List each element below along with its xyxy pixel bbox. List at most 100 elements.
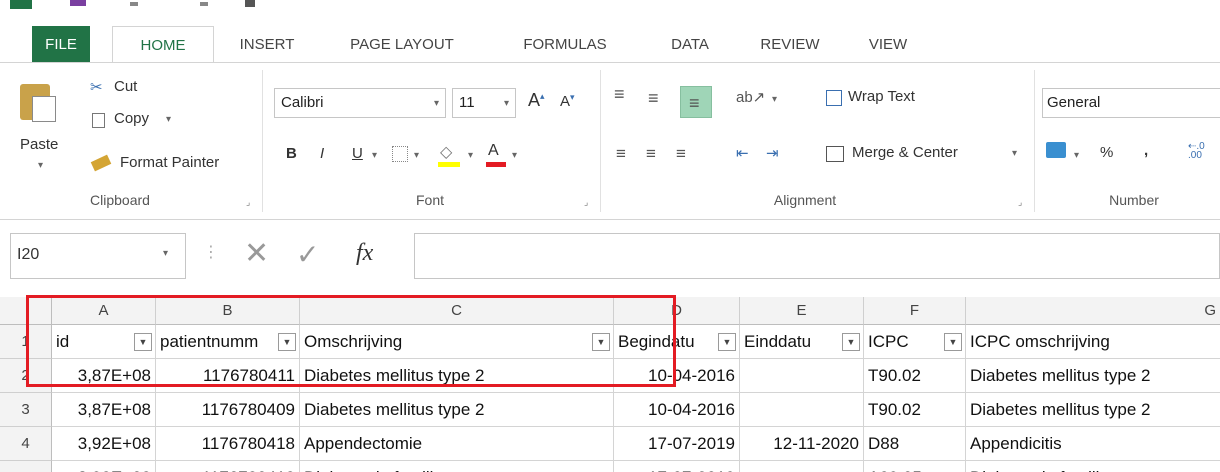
cell-id[interactable]: 3,92E+08 — [52, 461, 156, 472]
tab-data[interactable]: DATA — [650, 26, 730, 63]
cell-patientnummer[interactable]: 1176780409 — [156, 393, 300, 427]
cell-einddatum[interactable] — [740, 359, 864, 393]
align-middle-icon[interactable]: ≡ — [648, 88, 659, 109]
redo-icon[interactable] — [200, 2, 208, 6]
row-header[interactable]: 5 — [0, 461, 52, 472]
tab-formulas[interactable]: FORMULAS — [500, 26, 630, 63]
orientation-icon[interactable]: ab↗ — [736, 88, 765, 106]
customize-qat-icon[interactable] — [245, 0, 255, 7]
cell-omschrijving[interactable]: Diabetes mellitus type 2 — [300, 393, 614, 427]
cell-icpc[interactable]: T90.02 — [864, 359, 966, 393]
paste-button[interactable] — [18, 78, 66, 134]
cell-einddatum[interactable]: 12-11-2020 — [740, 427, 864, 461]
merge-dropdown-icon[interactable]: ▾ — [1012, 148, 1017, 159]
copy-label: Copy — [114, 110, 150, 127]
cell-begindatum[interactable]: 17-07-2019 — [614, 461, 740, 472]
column-header-g[interactable]: G — [966, 297, 1220, 325]
underline-button[interactable]: U — [352, 145, 363, 162]
name-box-dropdown-icon[interactable]: ▾ — [163, 248, 168, 259]
column-header-e[interactable]: E — [740, 297, 864, 325]
align-left-icon[interactable]: ≡ — [616, 144, 626, 164]
increase-indent-icon[interactable]: ⇥ — [766, 144, 779, 162]
align-right-icon[interactable]: ≡ — [676, 144, 686, 164]
cell-patientnummer[interactable]: 1176780418 — [156, 461, 300, 472]
font-size-value: 11 — [459, 94, 475, 111]
accounting-dropdown-icon[interactable]: ▾ — [1074, 150, 1079, 161]
merge-center-label: Merge & Center — [852, 144, 958, 161]
filter-dropdown-icon[interactable]: ▼ — [842, 333, 860, 351]
cell-einddatum[interactable] — [740, 461, 864, 472]
align-top-icon[interactable]: ≡ — [614, 84, 625, 105]
font-group-label: Font — [415, 192, 444, 208]
font-name-dropdown-icon[interactable]: ▾ — [434, 90, 439, 118]
cell-id[interactable]: 3,92E+08 — [52, 427, 156, 461]
shrink-font-icon[interactable]: A▾ — [560, 92, 575, 110]
decrease-indent-icon[interactable]: ⇤ — [736, 144, 749, 162]
tab-review[interactable]: REVIEW — [744, 26, 836, 63]
row-header[interactable]: 4 — [0, 427, 52, 461]
number-format-box[interactable]: General — [1042, 88, 1220, 118]
fill-color-dropdown-icon[interactable]: ▾ — [468, 150, 473, 161]
wrap-text-icon — [826, 90, 842, 106]
cell-patientnummer[interactable]: 1176780418 — [156, 427, 300, 461]
cell-begindatum[interactable]: 10-04-2016 — [614, 393, 740, 427]
comma-button[interactable]: , — [1144, 142, 1148, 159]
cell-omschrijving[interactable]: Appendectomie — [300, 427, 614, 461]
bold-button[interactable]: B — [286, 145, 297, 162]
filter-dropdown-icon[interactable]: ▼ — [718, 333, 736, 351]
alignment-launcher-icon[interactable]: ⌟ — [1018, 197, 1022, 208]
tab-page-layout[interactable]: PAGE LAYOUT — [322, 26, 482, 63]
enter-icon[interactable]: ✓ — [296, 238, 319, 271]
font-color-dropdown-icon[interactable]: ▾ — [512, 150, 517, 161]
filter-dropdown-icon[interactable]: ▼ — [944, 333, 962, 351]
name-box[interactable]: I20 ▾ — [10, 233, 186, 279]
tab-insert[interactable]: INSERT — [222, 26, 312, 63]
header-cell-icpc-omschrijving[interactable]: ICPC omschrijving — [966, 325, 1220, 359]
insert-function-icon[interactable]: fx — [356, 240, 373, 267]
cell-icpc-omschrijving[interactable]: Diabetes mellitus type 2 — [966, 393, 1220, 427]
cell-icpc[interactable]: T90.02 — [864, 393, 966, 427]
paste-page-icon — [32, 96, 56, 122]
formula-bar-grip: ⋮ — [203, 244, 219, 261]
borders-dropdown-icon[interactable]: ▾ — [414, 150, 419, 161]
tab-home[interactable]: HOME — [112, 26, 214, 64]
cell-omschrijving[interactable]: Diabetes in familie-anamnese — [300, 461, 614, 472]
undo-icon[interactable] — [130, 2, 138, 6]
accounting-format-icon[interactable] — [1046, 142, 1066, 158]
borders-icon[interactable] — [392, 146, 408, 162]
save-icon[interactable] — [70, 0, 86, 6]
cell-id[interactable]: 3,87E+08 — [52, 393, 156, 427]
percent-button[interactable]: % — [1100, 144, 1113, 161]
column-header-f[interactable]: F — [864, 297, 966, 325]
font-size-box[interactable]: 11 ▾ — [452, 88, 516, 118]
font-size-dropdown-icon[interactable]: ▾ — [504, 90, 509, 118]
clipboard-launcher-icon[interactable]: ⌟ — [246, 197, 250, 208]
align-bottom-button[interactable]: ≡ — [680, 86, 712, 118]
align-center-icon[interactable]: ≡ — [646, 144, 656, 164]
underline-dropdown-icon[interactable]: ▾ — [372, 150, 377, 161]
group-divider — [262, 70, 263, 212]
number-group-label: Number — [1109, 192, 1159, 208]
cell-begindatum[interactable]: 17-07-2019 — [614, 427, 740, 461]
font-name-box[interactable]: Calibri ▾ — [274, 88, 446, 118]
formula-input[interactable] — [414, 233, 1220, 279]
italic-button[interactable]: I — [320, 145, 324, 162]
tab-view[interactable]: VIEW — [850, 26, 926, 63]
tab-file[interactable]: FILE — [32, 26, 90, 63]
cell-einddatum[interactable] — [740, 393, 864, 427]
font-launcher-icon[interactable]: ⌟ — [584, 197, 588, 208]
grow-font-icon[interactable]: A▴ — [528, 90, 545, 111]
copy-dropdown-icon[interactable]: ▾ — [166, 114, 171, 125]
cell-icpc-omschrijving[interactable]: Diabetes mellitus type 2 — [966, 359, 1220, 393]
orientation-dropdown-icon[interactable]: ▾ — [772, 94, 777, 105]
cell-icpc[interactable]: A29.05 — [864, 461, 966, 472]
cell-icpc-omschrijving[interactable]: Appendicitis — [966, 427, 1220, 461]
cell-icpc[interactable]: D88 — [864, 427, 966, 461]
cancel-icon[interactable]: ✕ — [244, 236, 269, 271]
row-header[interactable]: 3 — [0, 393, 52, 427]
alignment-group-label: Alignment — [773, 192, 837, 208]
paste-dropdown-icon[interactable]: ▾ — [38, 160, 43, 171]
cell-icpc-omschrijving[interactable]: Diabetes in familie-anamnese — [966, 461, 1220, 472]
paste-label[interactable]: Paste — [20, 136, 58, 153]
increase-decimal-icon[interactable]: ⇠.0.00 — [1188, 142, 1205, 161]
